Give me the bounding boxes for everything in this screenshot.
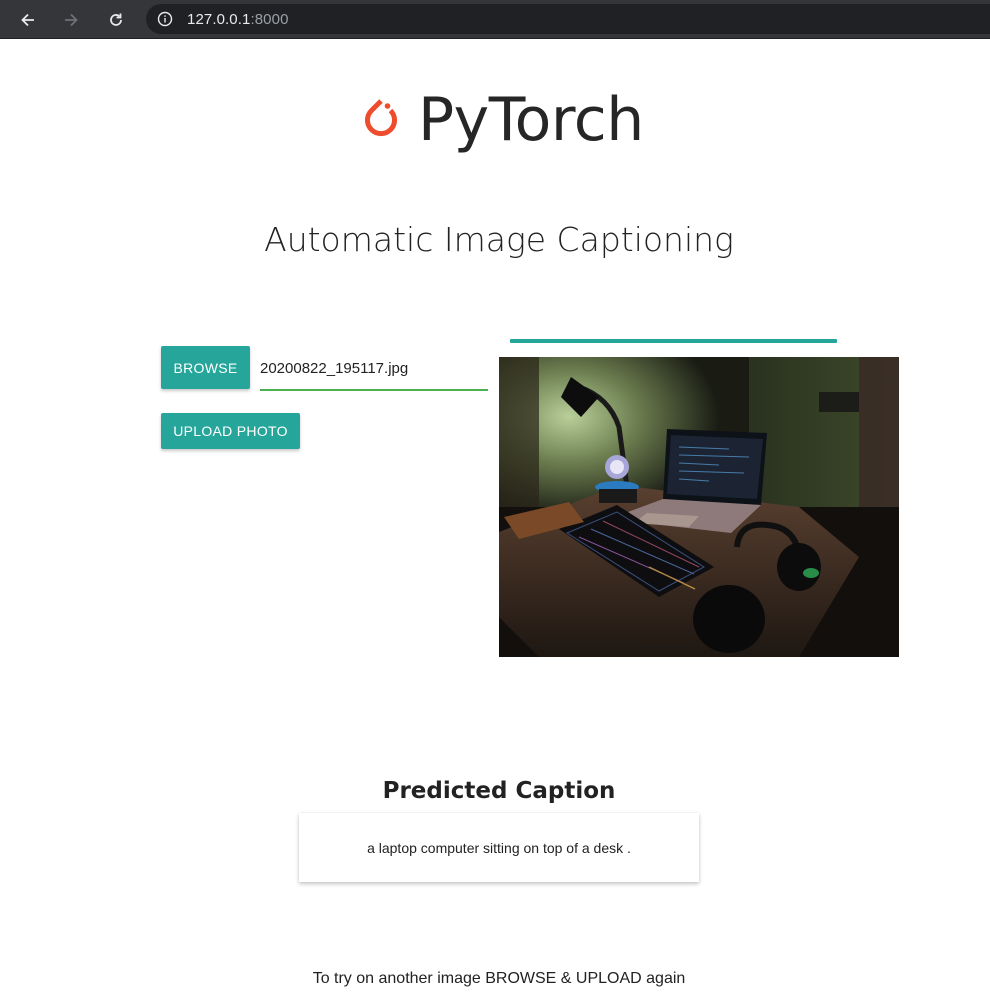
predicted-caption: a laptop computer sitting on top of a de…	[367, 839, 631, 856]
browse-button[interactable]: BROWSE	[161, 346, 250, 389]
page-content: PyTorch Automatic Image Captioning BROWS…	[0, 40, 990, 998]
url-text: 127.0.0.1:8000	[187, 11, 289, 28]
browser-toolbar: 127.0.0.1:8000	[0, 0, 990, 39]
pytorch-flame-icon	[365, 99, 397, 137]
footer-instruction: To try on another image BROWSE & UPLOAD …	[312, 970, 686, 987]
upload-photo-button[interactable]: UPLOAD PHOTO	[161, 413, 300, 449]
pytorch-logo: PyTorch	[358, 80, 648, 160]
uploaded-photo	[499, 357, 899, 657]
url-host: 127.0.0.1	[187, 10, 251, 28]
address-bar[interactable]: 127.0.0.1:8000	[146, 4, 990, 34]
caption-card: a laptop computer sitting on top of a de…	[299, 813, 699, 882]
upload-progress-bar	[510, 339, 837, 343]
info-icon[interactable]	[157, 11, 173, 27]
file-path-input[interactable]: 20200822_195117.jpg	[260, 356, 488, 391]
forward-arrow-icon[interactable]	[57, 6, 85, 34]
page-title: Automatic Image Captioning	[264, 220, 734, 259]
reload-icon[interactable]	[102, 6, 130, 34]
logo-text: PyTorch	[418, 85, 644, 155]
url-port: :8000	[250, 10, 289, 28]
caption-heading: Predicted Caption	[382, 778, 616, 804]
back-arrow-icon[interactable]	[14, 6, 42, 34]
